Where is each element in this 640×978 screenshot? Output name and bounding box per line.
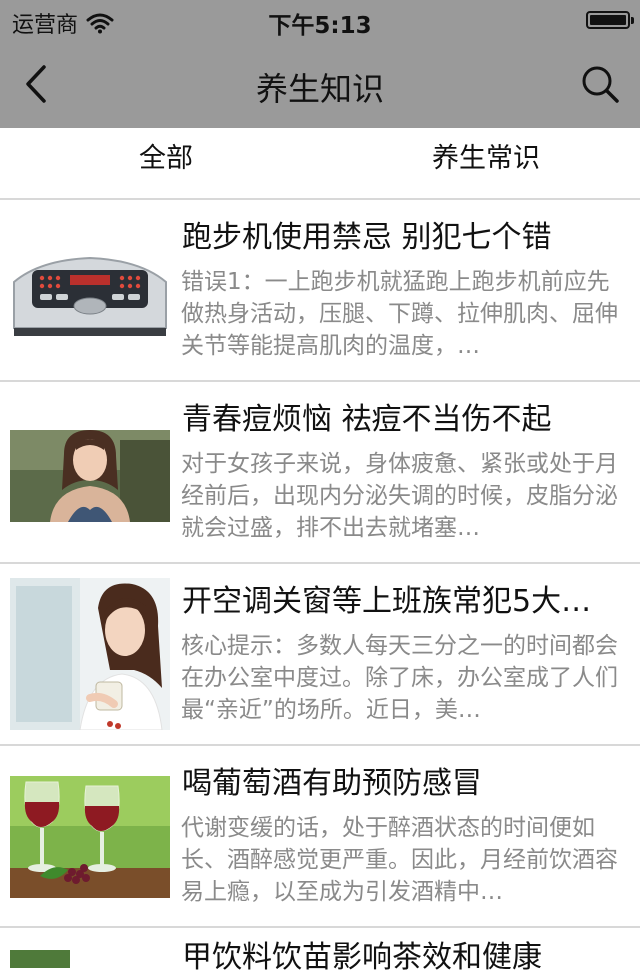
nav-bar: 养生知识 bbox=[0, 40, 640, 128]
search-icon bbox=[582, 66, 619, 103]
article-summary: 核心提示：多数人每天三分之一的时间都会在办公室中度过。除了床，办公室成了人们最“… bbox=[181, 633, 618, 723]
article-summary: 错误1：一上跑步机就猛跑上跑步机前应先做热身活动，压腿、下蹲、拉伸肌肉、屈伸关节… bbox=[181, 269, 618, 359]
article-summary: 代谢变缓的话，处于醉酒状态的时间便如长、酒醉感觉更严重。因此，月经前饮酒容易上瘾… bbox=[181, 815, 618, 905]
page-title: 养生知识 bbox=[255, 70, 384, 108]
article-list: 跑步机使用禁忌 别犯七个错 错误1：一上跑步机就猛跑上跑步机前应先做热身活动，压… bbox=[0, 200, 640, 975]
battery-level bbox=[590, 15, 626, 25]
article-title: 开空调关窗等上班族常犯5大… bbox=[182, 584, 592, 619]
article-title: 跑步机使用禁忌 别犯七个错 bbox=[182, 220, 552, 255]
list-item[interactable]: 开空调关窗等上班族常犯5大… 核心提示：多数人每天三分之一的时间都会在办公室中度… bbox=[0, 564, 640, 746]
battery-icon bbox=[586, 11, 634, 29]
treadmill-console-image bbox=[10, 248, 170, 340]
article-title: 青春痘烦恼 祛痘不当伤不起 bbox=[182, 402, 552, 437]
partial-thumbnail-image bbox=[10, 944, 170, 968]
woman-portrait-image bbox=[10, 430, 170, 522]
wine-glasses-image bbox=[10, 776, 170, 898]
article-title: 喝葡萄酒有助预防感冒 bbox=[182, 766, 482, 801]
tab-all[interactable]: 全部 bbox=[86, 128, 246, 198]
status-bar: 运营商 下午5:13 bbox=[0, 0, 640, 40]
article-title: 甲饮料饮苗影响茶效和健康 bbox=[182, 940, 542, 975]
status-time: 下午5:13 bbox=[268, 13, 372, 39]
category-tabs: 全部 养生常识 bbox=[0, 128, 640, 200]
woman-with-cup-image bbox=[10, 578, 170, 730]
list-item[interactable]: 甲饮料饮苗影响茶效和健康 bbox=[0, 928, 640, 975]
article-summary: 对于女孩子来说，身体疲惫、紧张或处于月经前后，出现内分泌失调的时候，皮脂分泌就会… bbox=[181, 451, 618, 541]
list-item[interactable]: 跑步机使用禁忌 别犯七个错 错误1：一上跑步机就猛跑上跑步机前应先做热身活动，压… bbox=[0, 200, 640, 382]
search-button[interactable] bbox=[578, 62, 622, 106]
list-item[interactable]: 喝葡萄酒有助预防感冒 代谢变缓的话，处于醉酒状态的时间便如长、酒醉感觉更严重。因… bbox=[0, 746, 640, 928]
tab-health-tips[interactable]: 养生常识 bbox=[406, 128, 566, 198]
list-item[interactable]: 青春痘烦恼 祛痘不当伤不起 对于女孩子来说，身体疲惫、紧张或处于月经前后，出现内… bbox=[0, 382, 640, 564]
